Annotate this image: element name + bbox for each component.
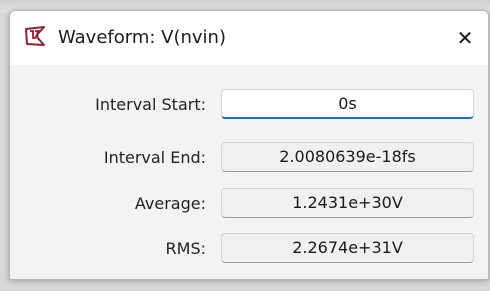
interval-end-row: Interval End: 2.0080639e-18fs bbox=[10, 142, 488, 172]
interval-start-label: Interval Start: bbox=[95, 95, 206, 114]
waveform-dialog: Waveform: V(nvin) ✕ Interval Start: 0s I… bbox=[9, 10, 489, 280]
average-field[interactable]: 1.2431e+30V bbox=[221, 188, 474, 218]
title-bar[interactable]: Waveform: V(nvin) ✕ bbox=[10, 11, 488, 65]
close-icon[interactable]: ✕ bbox=[442, 11, 488, 65]
rms-field[interactable]: 2.2674e+31V bbox=[221, 233, 474, 263]
interval-end-label: Interval End: bbox=[103, 148, 206, 167]
interval-start-row: Interval Start: 0s bbox=[10, 89, 488, 119]
average-row: Average: 1.2431e+30V bbox=[10, 188, 488, 218]
interval-end-field[interactable]: 2.0080639e-18fs bbox=[221, 142, 474, 172]
rms-row: RMS: 2.2674e+31V bbox=[10, 233, 488, 263]
rms-label: RMS: bbox=[165, 239, 206, 258]
average-label: Average: bbox=[134, 194, 206, 213]
window-title: Waveform: V(nvin) bbox=[58, 27, 226, 48]
interval-start-field[interactable]: 0s bbox=[221, 89, 474, 119]
ltspice-app-icon bbox=[24, 25, 46, 47]
